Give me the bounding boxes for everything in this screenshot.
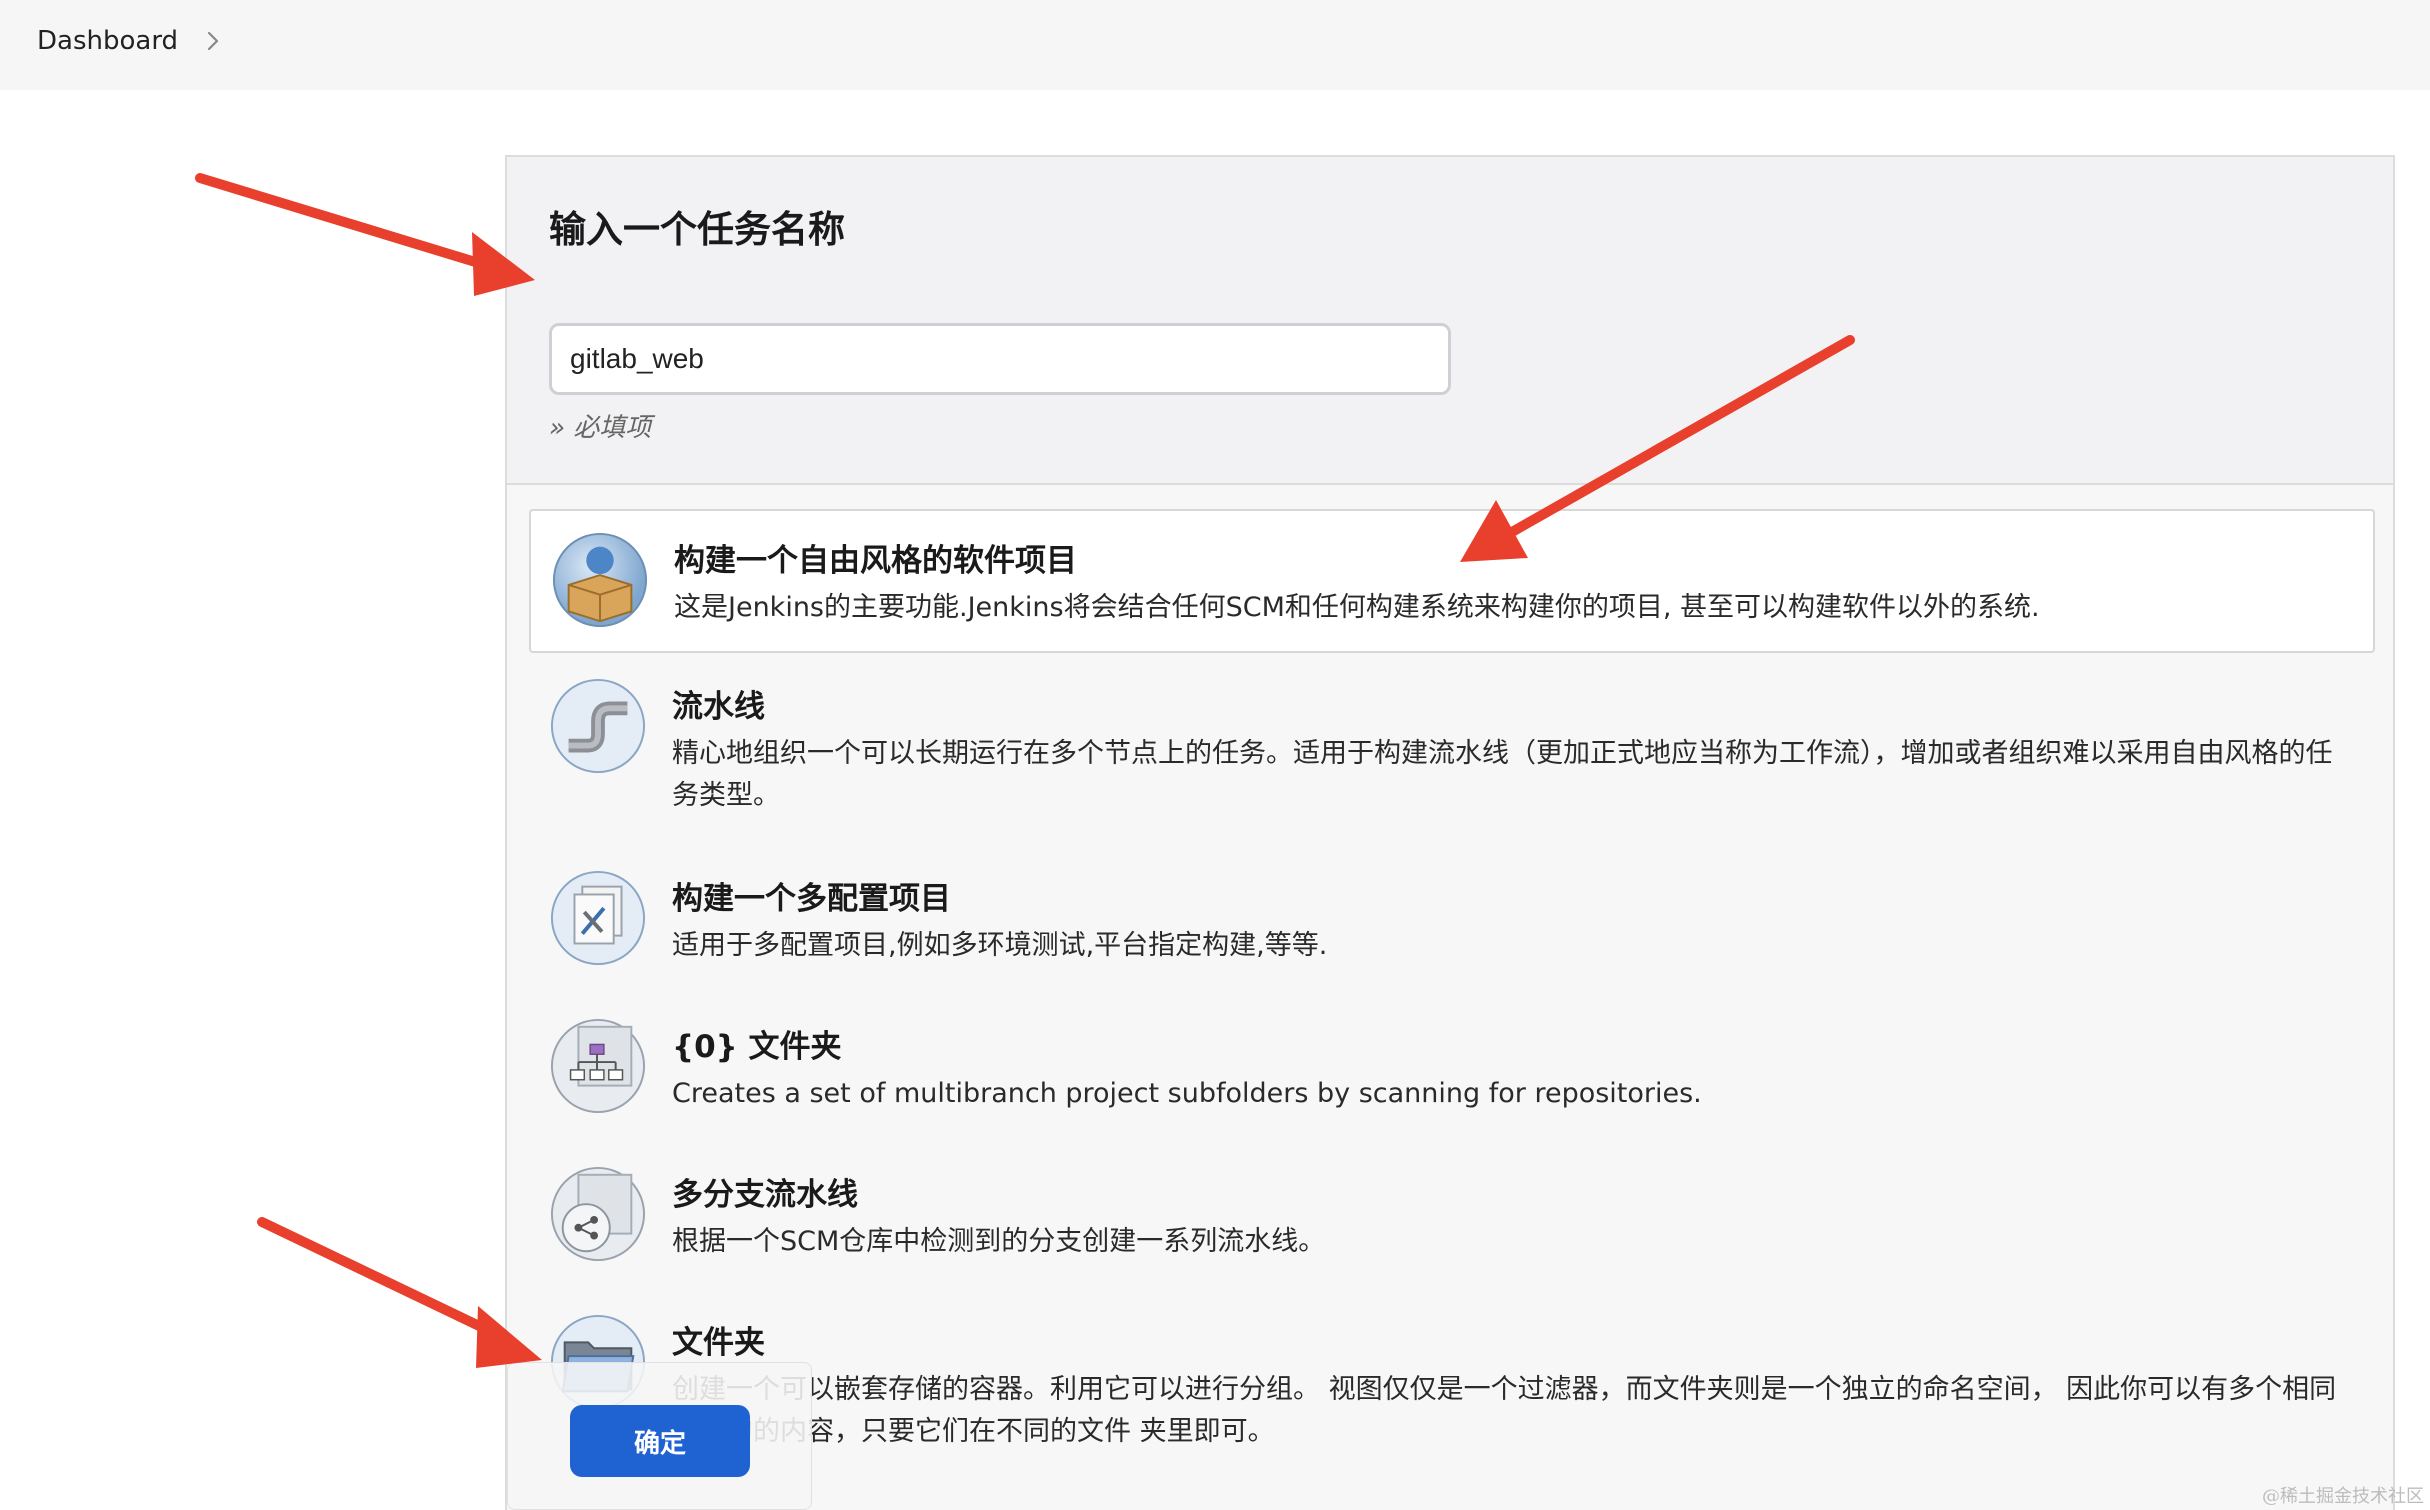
watermark: @稀土掘金技术社区 bbox=[2262, 1486, 2424, 1507]
multibranch-pipeline-icon bbox=[550, 1166, 646, 1262]
job-type-description: Creates a set of multibranch project sub… bbox=[672, 1078, 1702, 1109]
job-type-title: 构建一个自由风格的软件项目 bbox=[674, 543, 1077, 579]
breadcrumb: Dashboard bbox=[37, 26, 220, 56]
job-name-section: 输入一个任务名称 » 必填项 bbox=[507, 157, 2393, 485]
job-type-description: 创建一个可以嵌套存储的容器。利用它可以进行分组。 视图仅仅是一个过滤器，而文件夹… bbox=[672, 1374, 2337, 1447]
freestyle-project-icon bbox=[552, 532, 648, 628]
chevron-right-icon[interactable] bbox=[206, 30, 220, 52]
pipeline-icon bbox=[550, 678, 646, 774]
job-type-description: 根据一个SCM仓库中检测到的分支创建一系列流水线。 bbox=[672, 1226, 1326, 1257]
job-type-title: {0} 文件夹 bbox=[672, 1029, 842, 1065]
annotation-arrow-icon bbox=[195, 173, 535, 296]
job-type-description: 精心地组织一个可以长期运行在多个节点上的任务。适用于构建流水线（更加正式地应当称… bbox=[672, 738, 2333, 811]
job-type-pipeline[interactable]: 流水线 精心地组织一个可以长期运行在多个节点上的任务。适用于构建流水线（更加正式… bbox=[529, 677, 2375, 847]
page-title: 输入一个任务名称 bbox=[549, 208, 845, 251]
job-type-multibranch-pipeline[interactable]: 多分支流水线 根据一个SCM仓库中检测到的分支创建一系列流水线。 bbox=[529, 1165, 2375, 1295]
job-type-title: 流水线 bbox=[672, 689, 765, 725]
job-type-multi-config[interactable]: 构建一个多配置项目 适用于多配置项目,例如多环境测试,平台指定构建,等等. bbox=[529, 869, 2375, 999]
new-item-panel: 输入一个任务名称 » 必填项 构建一个自由风格的软件项目 这是Jenkins的主… bbox=[505, 155, 2395, 1510]
ok-button[interactable]: 确定 bbox=[570, 1405, 750, 1477]
job-type-freestyle[interactable]: 构建一个自由风格的软件项目 这是Jenkins的主要功能.Jenkins将会结合… bbox=[529, 509, 2375, 653]
job-type-title: 构建一个多配置项目 bbox=[672, 881, 951, 917]
multi-config-project-icon bbox=[550, 870, 646, 966]
required-note: » 必填项 bbox=[549, 413, 652, 443]
job-type-description: 适用于多配置项目,例如多环境测试,平台指定构建,等等. bbox=[672, 930, 1328, 961]
job-type-organization-folder[interactable]: {0} 文件夹 Creates a set of multibranch pro… bbox=[529, 1017, 2375, 1147]
form-actions-bar: 确定 bbox=[507, 1362, 812, 1510]
job-name-input[interactable] bbox=[549, 323, 1451, 395]
organization-folder-icon bbox=[550, 1018, 646, 1114]
job-type-description: 这是Jenkins的主要功能.Jenkins将会结合任何SCM和任何构建系统来构… bbox=[674, 592, 2040, 623]
job-type-title: 多分支流水线 bbox=[672, 1177, 858, 1213]
top-bar: Dashboard bbox=[0, 0, 2430, 90]
job-type-title: 文件夹 bbox=[672, 1325, 765, 1361]
breadcrumb-dashboard-link[interactable]: Dashboard bbox=[37, 26, 178, 56]
annotation-arrow-icon bbox=[257, 1217, 542, 1368]
